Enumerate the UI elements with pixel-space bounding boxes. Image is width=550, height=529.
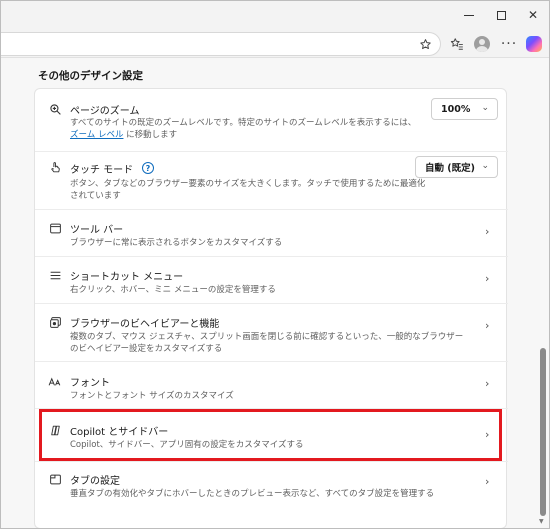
toolbar-icon [48,221,62,235]
settings-row-tab-settings[interactable]: タブの設定 垂直タブの有効化やタブにホバーしたときのプレビュー表示など、すべての… [35,461,508,508]
minimize-icon [464,14,474,16]
row-description: ボタン、タブなどのブラウザー要素のサイズを大きくします。タッチで使用するために最… [70,179,426,201]
font-icon [48,374,62,388]
settings-row-fonts[interactable]: フォント フォントとフォント サイズのカスタマイズ › [35,361,508,408]
settings-row-touch-mode: タッチ モード ? ボタン、タブなどのブラウザー要素のサイズを大きくします。タッ… [35,151,508,209]
more-icon[interactable]: ··· [499,34,519,54]
touch-mode-select-value: 自動 (既定) [425,163,475,174]
touch-mode-select[interactable]: 自動 (既定) ⌄ [415,156,498,178]
maximize-icon [496,10,506,20]
zoom-select[interactable]: 100% ⌄ [431,98,498,120]
settings-row-toolbar[interactable]: ツール バー ブラウザーに常に表示されるボタンをカスタマイズする › [35,209,508,256]
settings-row-browser-behavior[interactable]: ブラウザーのビヘイビアーと機能 複数のタブ、マウス ジェスチャ、スプリット画面を… [35,303,508,361]
row-title: フォント [70,378,110,389]
row-description: すべてのサイトの既定のズームレベルです。特定のサイトのズームレベルを表示するには… [70,117,430,141]
copilot-icon[interactable] [524,34,544,54]
section-title: その他のデザイン設定 [38,70,143,82]
chevron-right-icon: › [485,272,490,285]
row-title: ページのズーム [70,106,140,117]
close-button[interactable]: ✕ [516,0,550,30]
chevron-down-icon: ⌄ [481,161,489,171]
zoom-icon [48,102,62,116]
close-icon: ✕ [527,8,539,22]
copilot-logo [526,36,542,52]
maximize-button[interactable] [484,0,518,30]
highlight-box [39,409,502,461]
zoom-select-value: 100% [441,103,471,115]
profile-icon[interactable] [472,34,492,54]
row-description: 垂直タブの有効化やタブにホバーしたときのプレビュー表示など、すべてのタブ設定を管… [70,489,435,499]
chevron-right-icon: › [485,475,490,488]
settings-row-page-zoom: ページのズーム すべてのサイトの既定のズームレベルです。特定のサイトのズームレベ… [35,89,508,151]
desc-text: すべてのサイトの既定のズームレベルです。特定のサイトのズームレベルを表示するには… [70,118,417,128]
row-description: 右クリック、ホバー、ミニ メニューの設定を管理する [70,285,276,295]
chevron-down-icon: ⌄ [481,103,489,113]
help-icon[interactable]: ? [142,162,154,174]
scroll-down-icon[interactable]: ▼ [539,518,544,525]
zoom-level-link[interactable]: ズーム レベル [70,130,123,140]
address-bar[interactable] [0,32,441,56]
menu-icon [48,268,62,282]
touch-icon [48,160,62,174]
favorites-icon[interactable] [447,34,467,54]
behavior-icon [48,315,62,329]
scrollbar[interactable]: ▼ [537,58,550,529]
tabs-icon [48,472,62,486]
row-title: タブの設定 [70,476,120,487]
row-description: ブラウザーに常に表示されるボタンをカスタマイズする [70,238,283,248]
scrollbar-thumb[interactable] [540,348,546,516]
row-description: フォントとフォント サイズのカスタマイズ [70,391,234,401]
star-icon[interactable] [415,34,435,54]
browser-toolbar: ··· [0,30,550,58]
row-title: ブラウザーのビヘイビアーと機能 [70,319,220,330]
title-bar: ✕ [0,0,550,30]
avatar [474,36,490,52]
chevron-right-icon: › [485,225,490,238]
settings-row-shortcut-menu[interactable]: ショートカット メニュー 右クリック、ホバー、ミニ メニューの設定を管理する › [35,256,508,303]
settings-card: ページのズーム すべてのサイトの既定のズームレベルです。特定のサイトのズームレベ… [34,88,508,529]
chevron-right-icon: › [485,377,490,390]
row-description: 複数のタブ、マウス ジェスチャ、スプリット画面を閉じる前に確認するといった、一般… [70,332,464,354]
minimize-button[interactable] [452,0,486,30]
row-title: ツール バー [70,225,124,236]
row-title: ショートカット メニュー [70,272,184,283]
row-title: タッチ モード [70,165,134,176]
chevron-right-icon: › [485,319,490,332]
desc-text-post: に移動します [123,130,178,140]
